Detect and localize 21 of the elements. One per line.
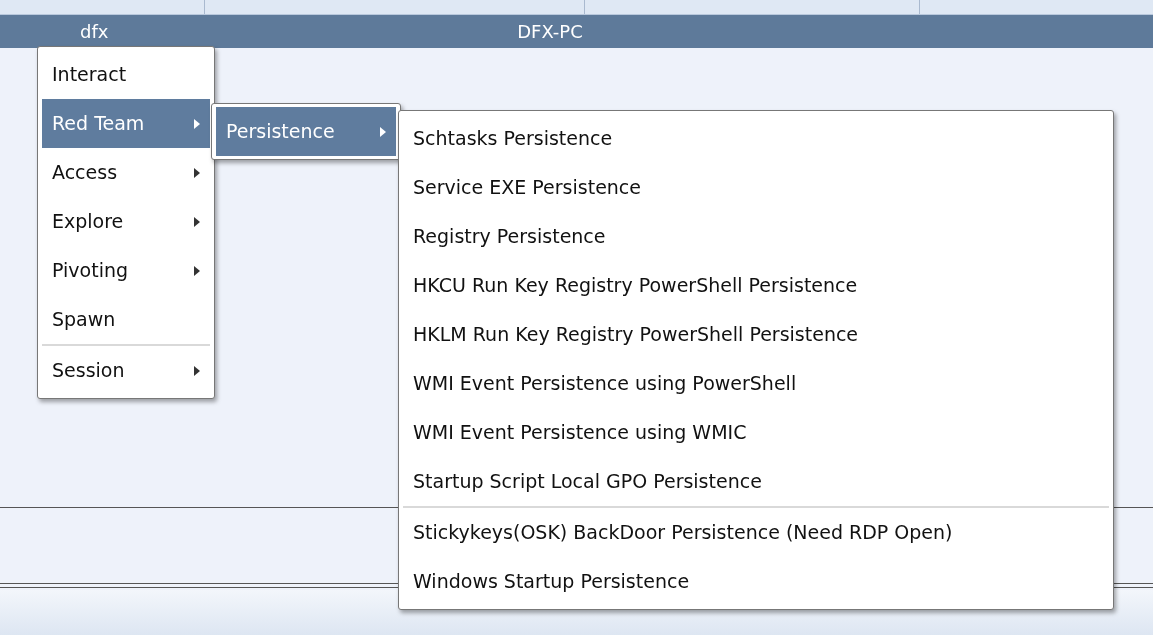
menu-item[interactable]: Explore — [42, 197, 210, 246]
menu-item[interactable]: Session — [42, 346, 210, 395]
user-cell-text: dfx — [79, 20, 110, 44]
computer-cell-text: DFX-PC — [516, 20, 584, 44]
menu-item[interactable]: HKCU Run Key Registry PowerShell Persistence — [403, 261, 1109, 310]
menu-item[interactable]: Persistence — [216, 107, 396, 156]
menu-item[interactable]: Windows Startup Persistence — [403, 557, 1109, 606]
menu-item[interactable]: WMI Event Persistence using PowerShell — [403, 359, 1109, 408]
session-row[interactable]: dfx DFX-PC — [0, 15, 1153, 48]
menu-item[interactable]: HKLM Run Key Registry PowerShell Persistence — [403, 310, 1109, 359]
menu-item[interactable]: Spawn — [42, 295, 210, 344]
menu-item[interactable]: Pivoting — [42, 246, 210, 295]
menu-item[interactable]: Access — [42, 148, 210, 197]
menu-item[interactable]: Schtasks Persistence — [403, 114, 1109, 163]
menu-item[interactable]: Interact — [42, 50, 210, 99]
menu-item[interactable]: WMI Event Persistence using WMIC — [403, 408, 1109, 457]
menu-item[interactable]: Red Team — [42, 99, 210, 148]
menu-item[interactable]: Stickykeys(OSK) BackDoor Persistence (Need RDP Open) — [403, 508, 1109, 557]
menu-item[interactable]: Service EXE Persistence — [403, 163, 1109, 212]
menu-item[interactable]: Startup Script Local GPO Persistence — [403, 457, 1109, 506]
menu-item[interactable]: Registry Persistence — [403, 212, 1109, 261]
